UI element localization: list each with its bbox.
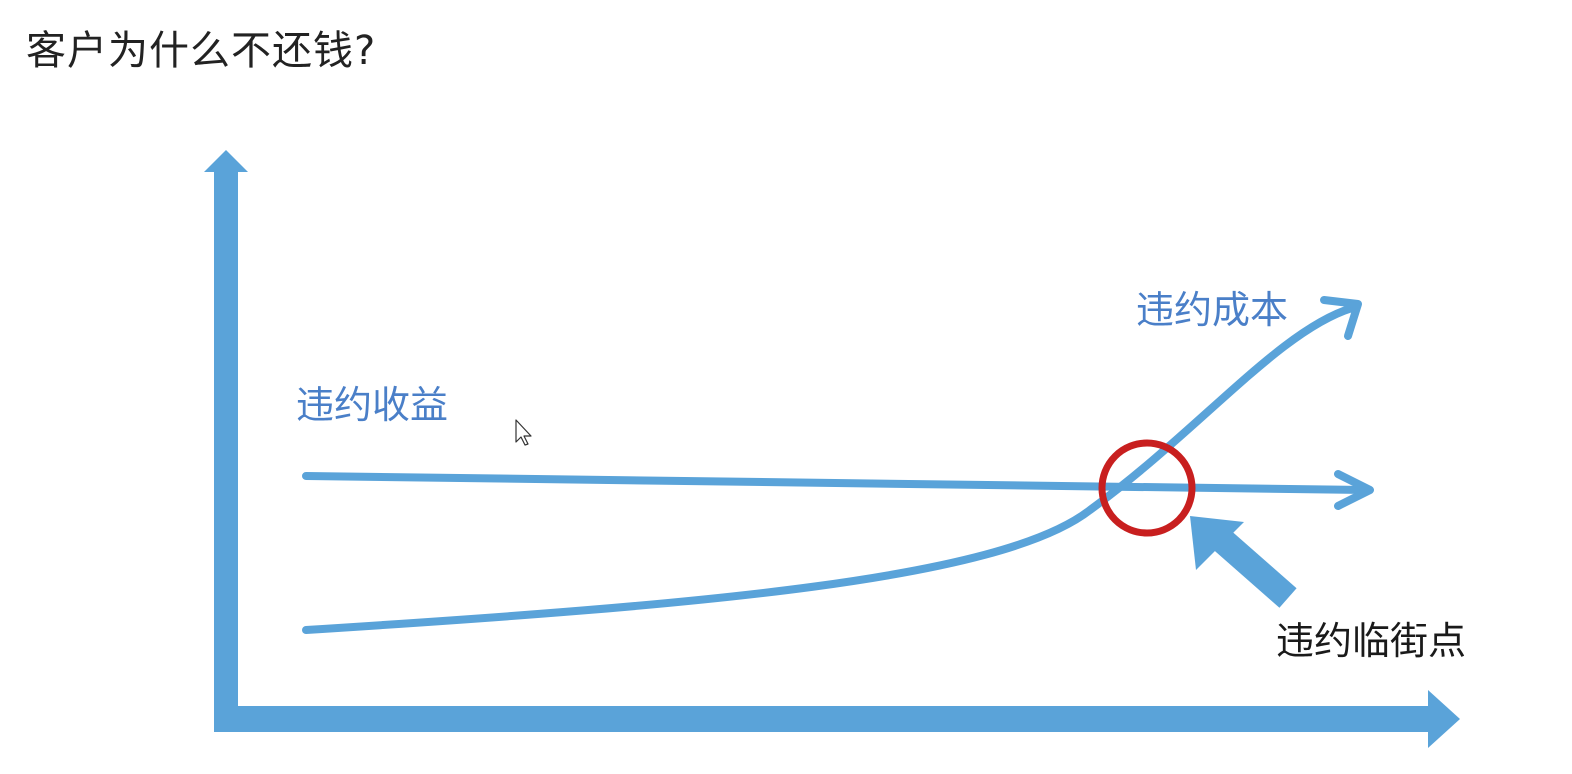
default-benefit-line bbox=[302, 470, 1374, 510]
x-axis-shaft bbox=[214, 706, 1432, 732]
default-benefit-label: 违约收益 bbox=[296, 383, 448, 427]
y-axis-arrowhead bbox=[204, 150, 248, 172]
benefit-line-path bbox=[302, 472, 1370, 494]
y-axis bbox=[204, 150, 248, 732]
x-axis-arrowhead bbox=[1428, 690, 1460, 748]
mouse-cursor-icon bbox=[515, 419, 532, 446]
diagram: 违约收益 违约成本 违约临街点 bbox=[204, 150, 1466, 748]
cost-curve-path bbox=[302, 304, 1356, 634]
x-axis bbox=[214, 690, 1460, 748]
pointer-shaft bbox=[1213, 530, 1297, 608]
y-axis-shaft bbox=[214, 170, 238, 732]
critical-point-label: 违约临街点 bbox=[1276, 619, 1466, 663]
default-cost-curve bbox=[302, 296, 1362, 634]
critical-point-pointer bbox=[1190, 516, 1297, 608]
default-cost-label: 违约成本 bbox=[1136, 288, 1288, 332]
